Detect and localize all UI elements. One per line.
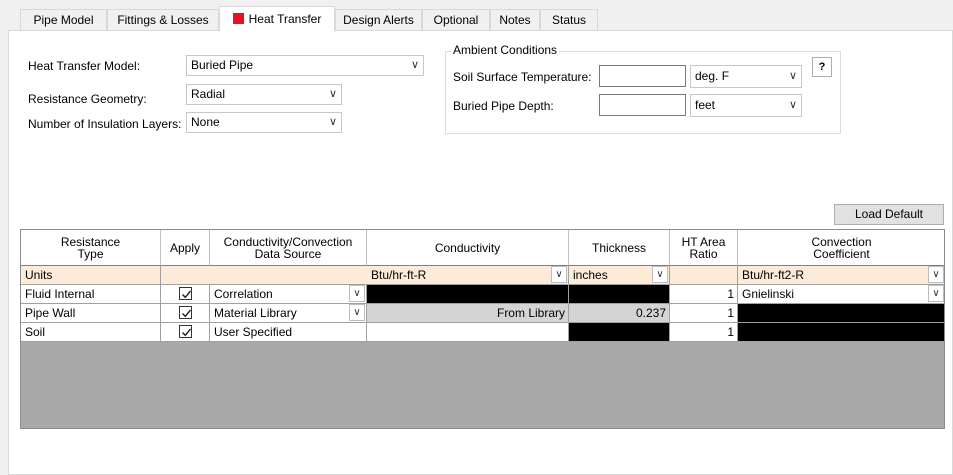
chevron-down-icon: ∨ [928,285,944,302]
tab-pipe-model[interactable]: Pipe Model [20,9,107,31]
units-row-ht-area-blank [670,266,738,285]
checkbox-checked-icon [179,325,192,338]
resistance-table: Resistance Type Apply Conductivity/Conve… [20,229,945,429]
chevron-down-icon: ∨ [349,304,365,321]
chevron-down-icon: ∨ [788,99,797,111]
convection-select-fluid-internal[interactable]: Gnielinski ∨ [738,285,944,304]
thickness-cell-pipe-wall: 0.237 [569,304,670,323]
chevron-down-icon: ∨ [652,266,668,283]
insulation-layers-select[interactable]: None ∨ [186,112,342,133]
heat-transfer-status-icon [232,13,244,24]
soil-surface-temp-label: Soil Surface Temperature: [453,70,592,84]
ambient-conditions-group [445,51,841,134]
tab-heat-transfer[interactable]: Heat Transfer [219,6,335,32]
heat-transfer-model-select[interactable]: Buried Pipe ∨ [186,55,424,76]
ambient-conditions-title: Ambient Conditions [451,43,560,57]
ht-area-cell-fluid-internal[interactable]: 1 [670,285,738,304]
tab-notes[interactable]: Notes [490,9,540,31]
heat-transfer-model-label: Heat Transfer Model: [28,59,141,73]
units-row-label: Units [21,266,161,285]
apply-checkbox-soil[interactable] [161,323,210,342]
chevron-down-icon: ∨ [328,88,337,100]
ht-area-cell-pipe-wall[interactable]: 1 [670,304,738,323]
checkbox-checked-icon [179,306,192,319]
checkbox-checked-icon [179,287,192,300]
chevron-down-icon: ∨ [349,285,365,302]
load-default-button[interactable]: Load Default [834,204,944,225]
conductivity-cell-fluid-internal [367,285,569,304]
convection-unit-select[interactable]: Btu/hr-ft2-R ∨ [738,266,944,285]
row-type-fluid-internal: Fluid Internal [21,285,161,304]
row-type-soil: Soil [21,323,161,342]
thickness-cell-fluid-internal [569,285,670,304]
soil-surface-temp-input[interactable] [599,65,686,87]
ht-area-cell-soil[interactable]: 1 [670,323,738,342]
chevron-down-icon: ∨ [551,266,567,283]
col-header-conductivity[interactable]: Conductivity [367,230,569,266]
apply-checkbox-pipe-wall[interactable] [161,304,210,323]
tab-design-alerts[interactable]: Design Alerts [335,9,422,31]
apply-checkbox-fluid-internal[interactable] [161,285,210,304]
tab-status[interactable]: Status [540,9,598,31]
resistance-geometry-label: Resistance Geometry: [28,92,147,106]
source-select-fluid-internal[interactable]: Correlation ∨ [210,285,367,304]
thickness-cell-soil [569,323,670,342]
tab-fittings-losses[interactable]: Fittings & Losses [107,9,219,31]
chevron-down-icon: ∨ [928,266,944,283]
convection-cell-pipe-wall [738,304,944,323]
units-row-blank [161,266,367,285]
chevron-down-icon: ∨ [788,70,797,82]
col-header-ht-area-ratio[interactable]: HT Area Ratio [670,230,738,266]
col-header-apply[interactable]: Apply [161,230,210,266]
col-header-resistance-type[interactable]: Resistance Type [21,230,161,266]
chevron-down-icon: ∨ [328,116,337,128]
help-button[interactable]: ? [812,57,832,77]
insulation-layers-label: Number of Insulation Layers: [28,117,182,131]
col-header-source[interactable]: Conductivity/Convection Data Source [210,230,367,266]
chevron-down-icon: ∨ [410,59,419,71]
buried-pipe-depth-input[interactable] [599,94,686,116]
source-select-pipe-wall[interactable]: Material Library ∨ [210,304,367,323]
col-header-convection-coefficient[interactable]: Convection Coefficient [738,230,944,266]
resistance-geometry-select[interactable]: Radial ∨ [186,84,342,105]
thickness-unit-select[interactable]: inches ∨ [569,266,670,285]
conductivity-unit-select[interactable]: Btu/hr-ft-R ∨ [367,266,569,285]
conductivity-cell-soil[interactable] [367,323,569,342]
conductivity-cell-pipe-wall: From Library [367,304,569,323]
buried-pipe-depth-label: Buried Pipe Depth: [453,99,554,113]
tab-optional[interactable]: Optional [422,9,490,31]
row-type-pipe-wall: Pipe Wall [21,304,161,323]
convection-cell-soil [738,323,944,342]
depth-unit-select[interactable]: feet ∨ [690,94,802,117]
col-header-thickness[interactable]: Thickness [569,230,670,266]
soil-temp-unit-select[interactable]: deg. F ∨ [690,65,802,88]
source-select-soil[interactable]: User Specified [210,323,367,342]
